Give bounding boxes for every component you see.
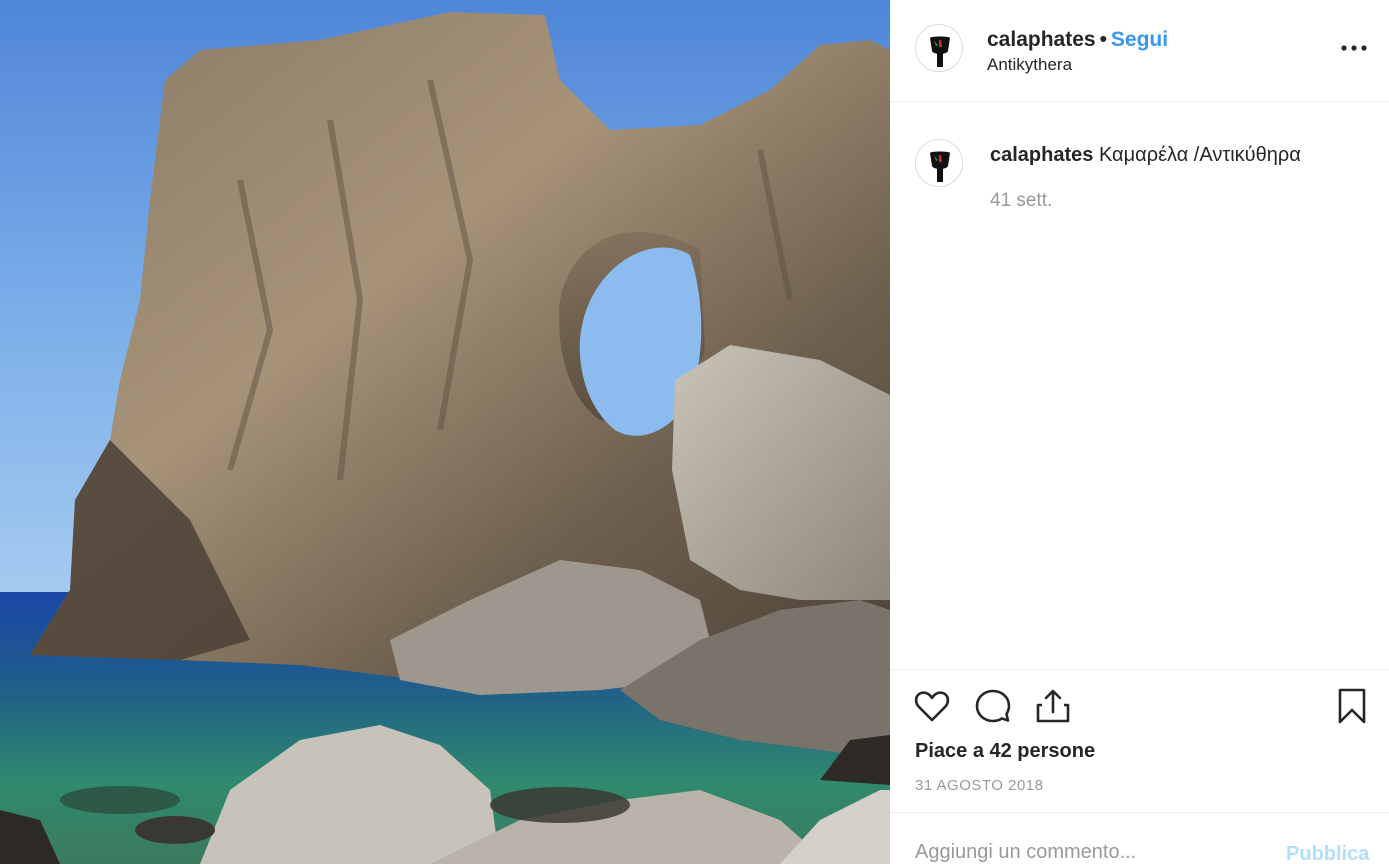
comment-input[interactable]	[915, 841, 1275, 864]
post-actions: Piace a 42 persone 31 AGOSTO 2018	[890, 669, 1389, 812]
likes-count[interactable]: Piace a 42 persone	[915, 740, 1095, 763]
avatar-logo-icon	[930, 151, 950, 182]
post-side-panel: calaphates • Segui Antikythera calaphates …	[890, 0, 1389, 864]
publish-button[interactable]: Pubblica	[1286, 843, 1369, 864]
rock-arch-image	[0, 0, 890, 864]
comment-box: Pubblica	[890, 812, 1389, 864]
avatar-logo-icon	[930, 36, 950, 67]
caption-time-ago[interactable]: 41 sett.	[990, 190, 1052, 212]
bookmark-icon[interactable]	[1332, 686, 1372, 726]
post-photo[interactable]	[0, 0, 890, 864]
share-icon[interactable]	[1033, 686, 1073, 726]
post-header: calaphates • Segui Antikythera	[890, 0, 1389, 102]
post-date: 31 AGOSTO 2018	[915, 777, 1044, 794]
follow-button[interactable]: Segui	[1111, 28, 1168, 51]
post-username[interactable]: calaphates	[987, 28, 1096, 51]
post-caption: calaphates Καμαρέλα /Αντικύθηρα 41 sett.	[890, 103, 1389, 668]
caption-username[interactable]: calaphates	[990, 144, 1093, 166]
heart-icon[interactable]	[912, 686, 952, 726]
post-location[interactable]: Antikythera	[987, 55, 1072, 75]
caption-text: Καμαρέλα /Αντικύθηρα	[1098, 144, 1301, 166]
separator-dot: •	[1099, 28, 1107, 51]
caption-avatar[interactable]	[915, 139, 963, 187]
more-options-icon[interactable]	[1339, 36, 1369, 60]
comment-icon[interactable]	[973, 686, 1013, 726]
avatar[interactable]	[915, 24, 963, 72]
